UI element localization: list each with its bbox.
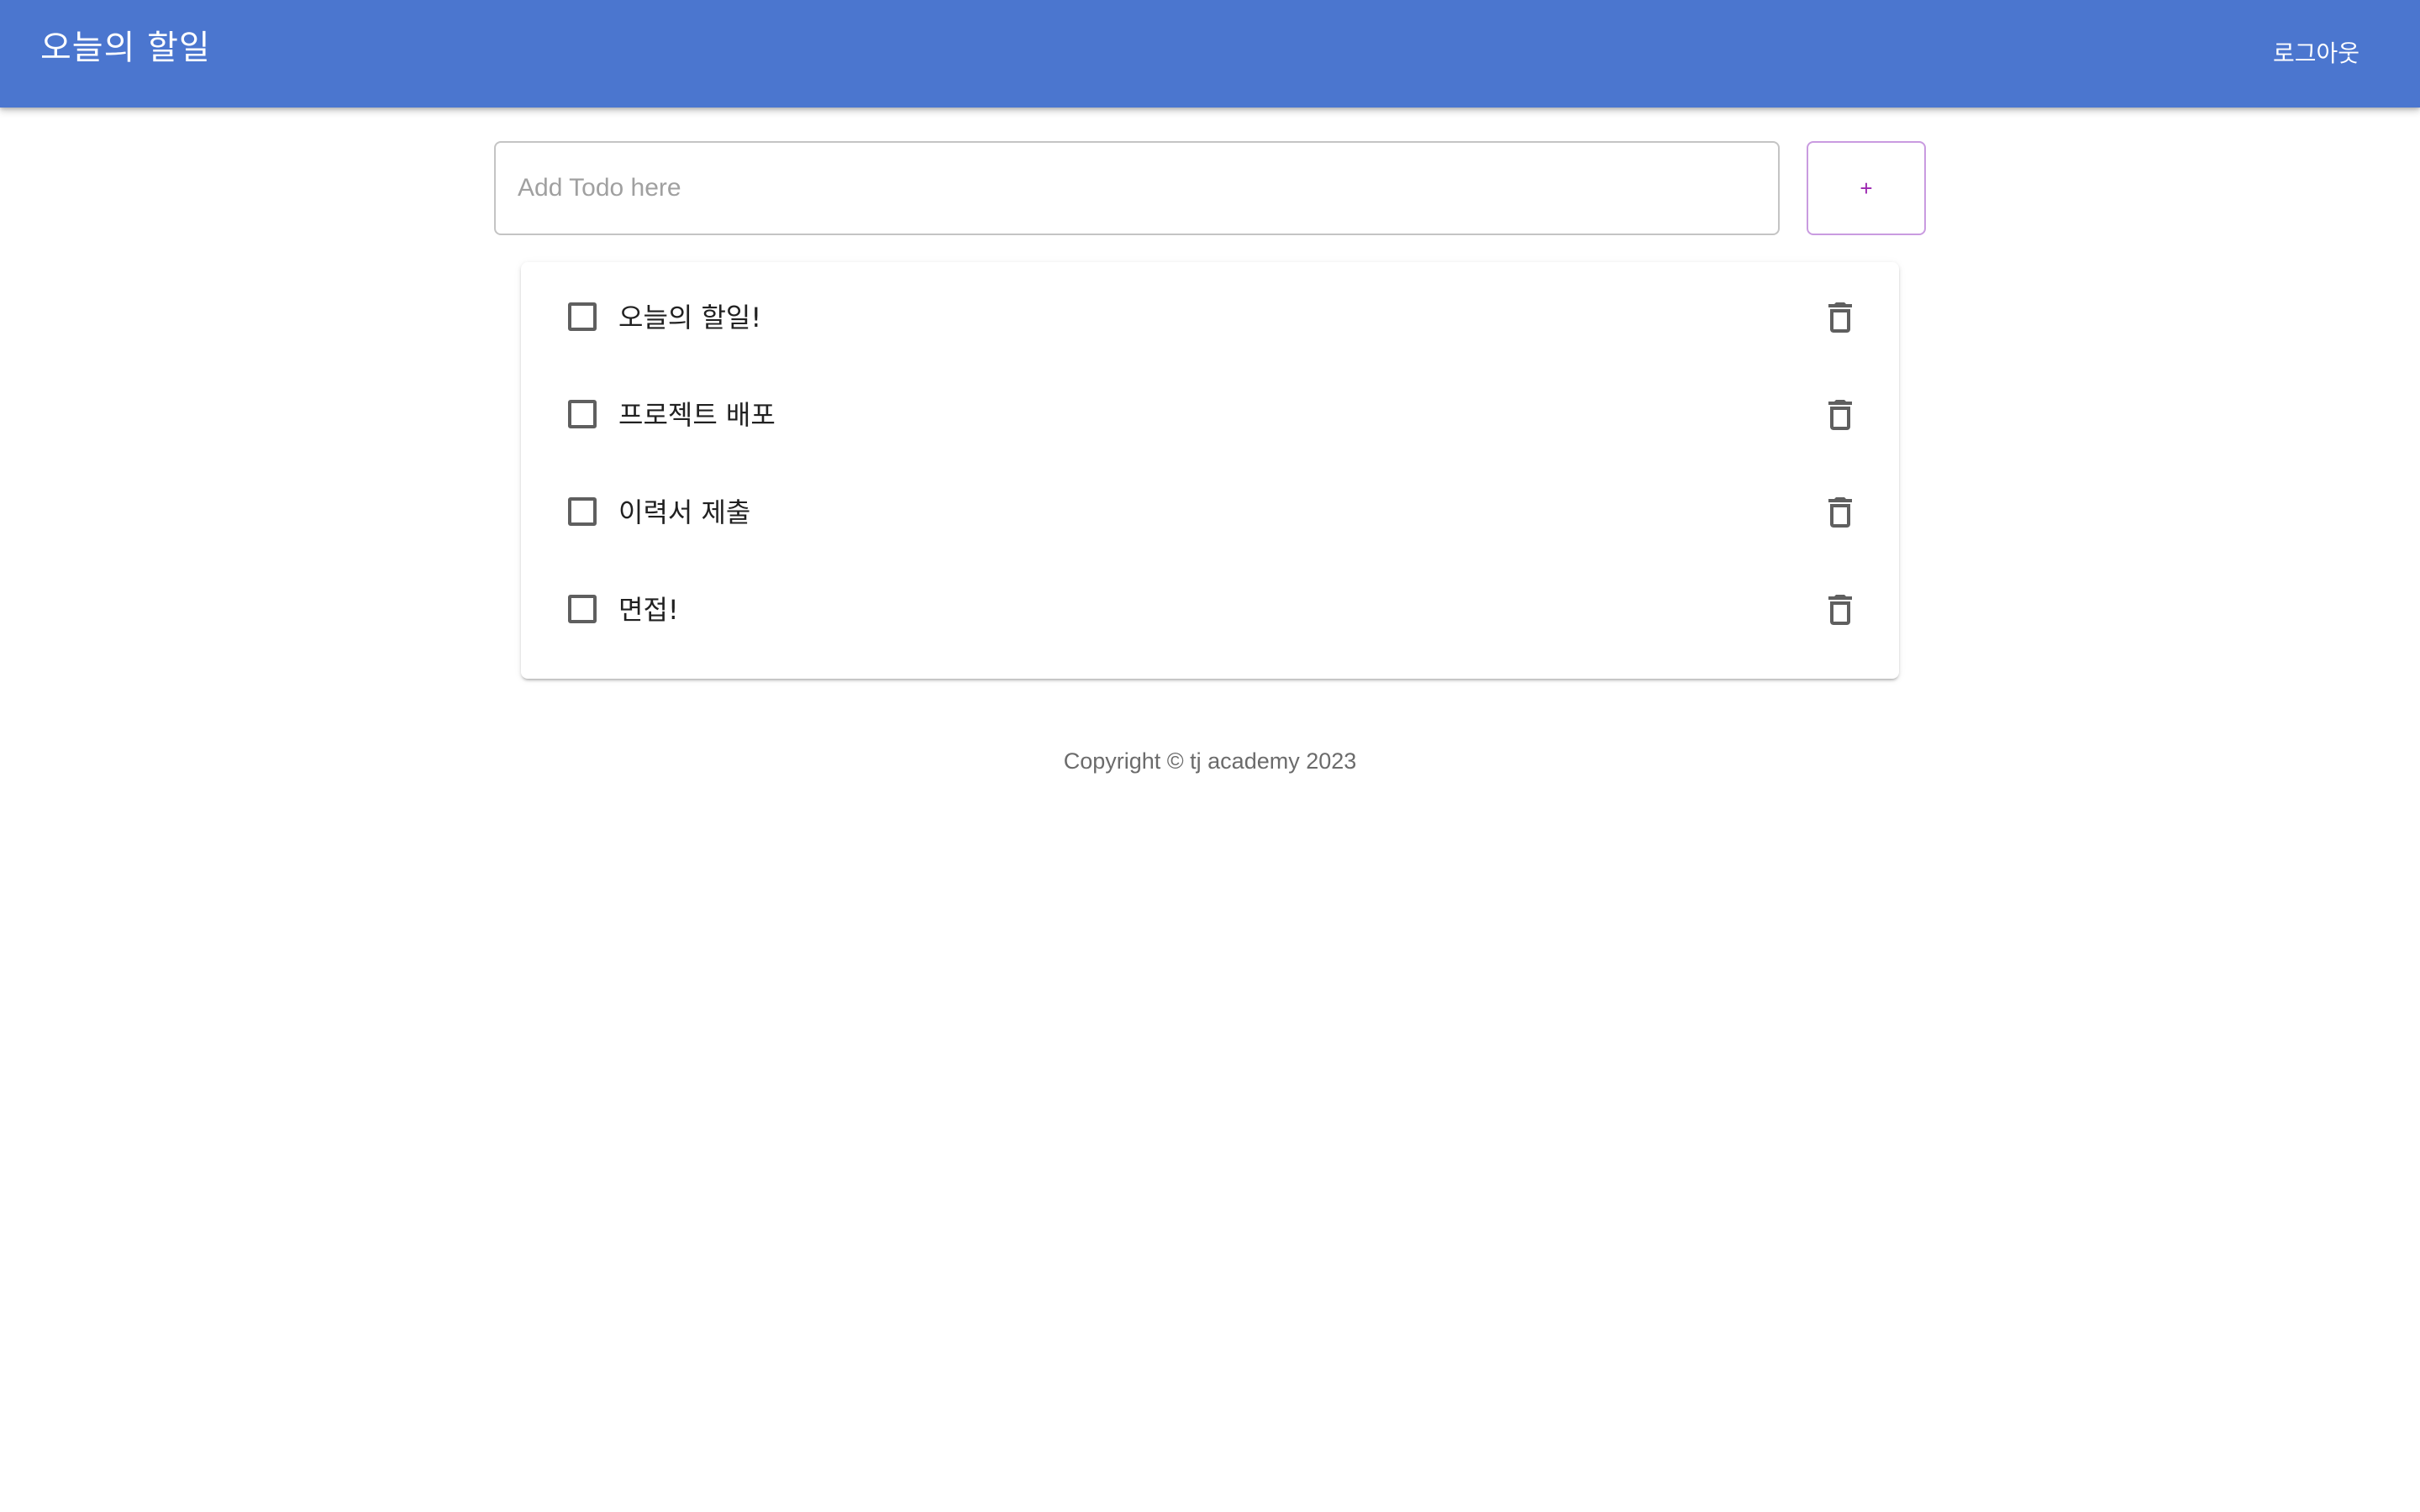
- todo-title[interactable]: 이력서 제출: [618, 464, 750, 561]
- trash-icon: [1828, 595, 1852, 625]
- checkbox[interactable]: [568, 400, 597, 428]
- delete-button[interactable]: [1820, 297, 1860, 338]
- todo-list-panel: 오늘의 할일! 프로젝트 배포 이력서 제출 면접!: [521, 262, 1899, 679]
- todo-title[interactable]: 프로젝트 배포: [618, 366, 776, 464]
- todo-title[interactable]: 오늘의 할일!: [618, 269, 761, 366]
- todo-item: 이력서 제출: [521, 464, 1899, 561]
- add-todo-button[interactable]: +: [1807, 141, 1926, 235]
- add-todo-input[interactable]: [494, 141, 1780, 235]
- checkbox[interactable]: [568, 595, 597, 623]
- app-title: 오늘의 할일: [40, 29, 211, 67]
- todo-title[interactable]: 면접!: [618, 561, 679, 659]
- trash-icon: [1828, 497, 1852, 528]
- trash-icon: [1828, 302, 1852, 333]
- trash-icon: [1828, 400, 1852, 430]
- todo-item: 면접!: [521, 561, 1899, 659]
- app-bar: 오늘의 할일 로그아웃: [0, 0, 2420, 108]
- delete-button[interactable]: [1820, 395, 1860, 435]
- checkbox[interactable]: [568, 497, 597, 526]
- todo-item: 오늘의 할일!: [521, 269, 1899, 366]
- logout-button[interactable]: 로그아웃: [2263, 34, 2370, 74]
- todo-item: 프로젝트 배포: [521, 366, 1899, 464]
- copyright-text: Copyright © tj academy 2023: [1063, 748, 1357, 774]
- checkbox[interactable]: [568, 302, 597, 331]
- delete-button[interactable]: [1820, 492, 1860, 533]
- delete-button[interactable]: [1820, 590, 1860, 630]
